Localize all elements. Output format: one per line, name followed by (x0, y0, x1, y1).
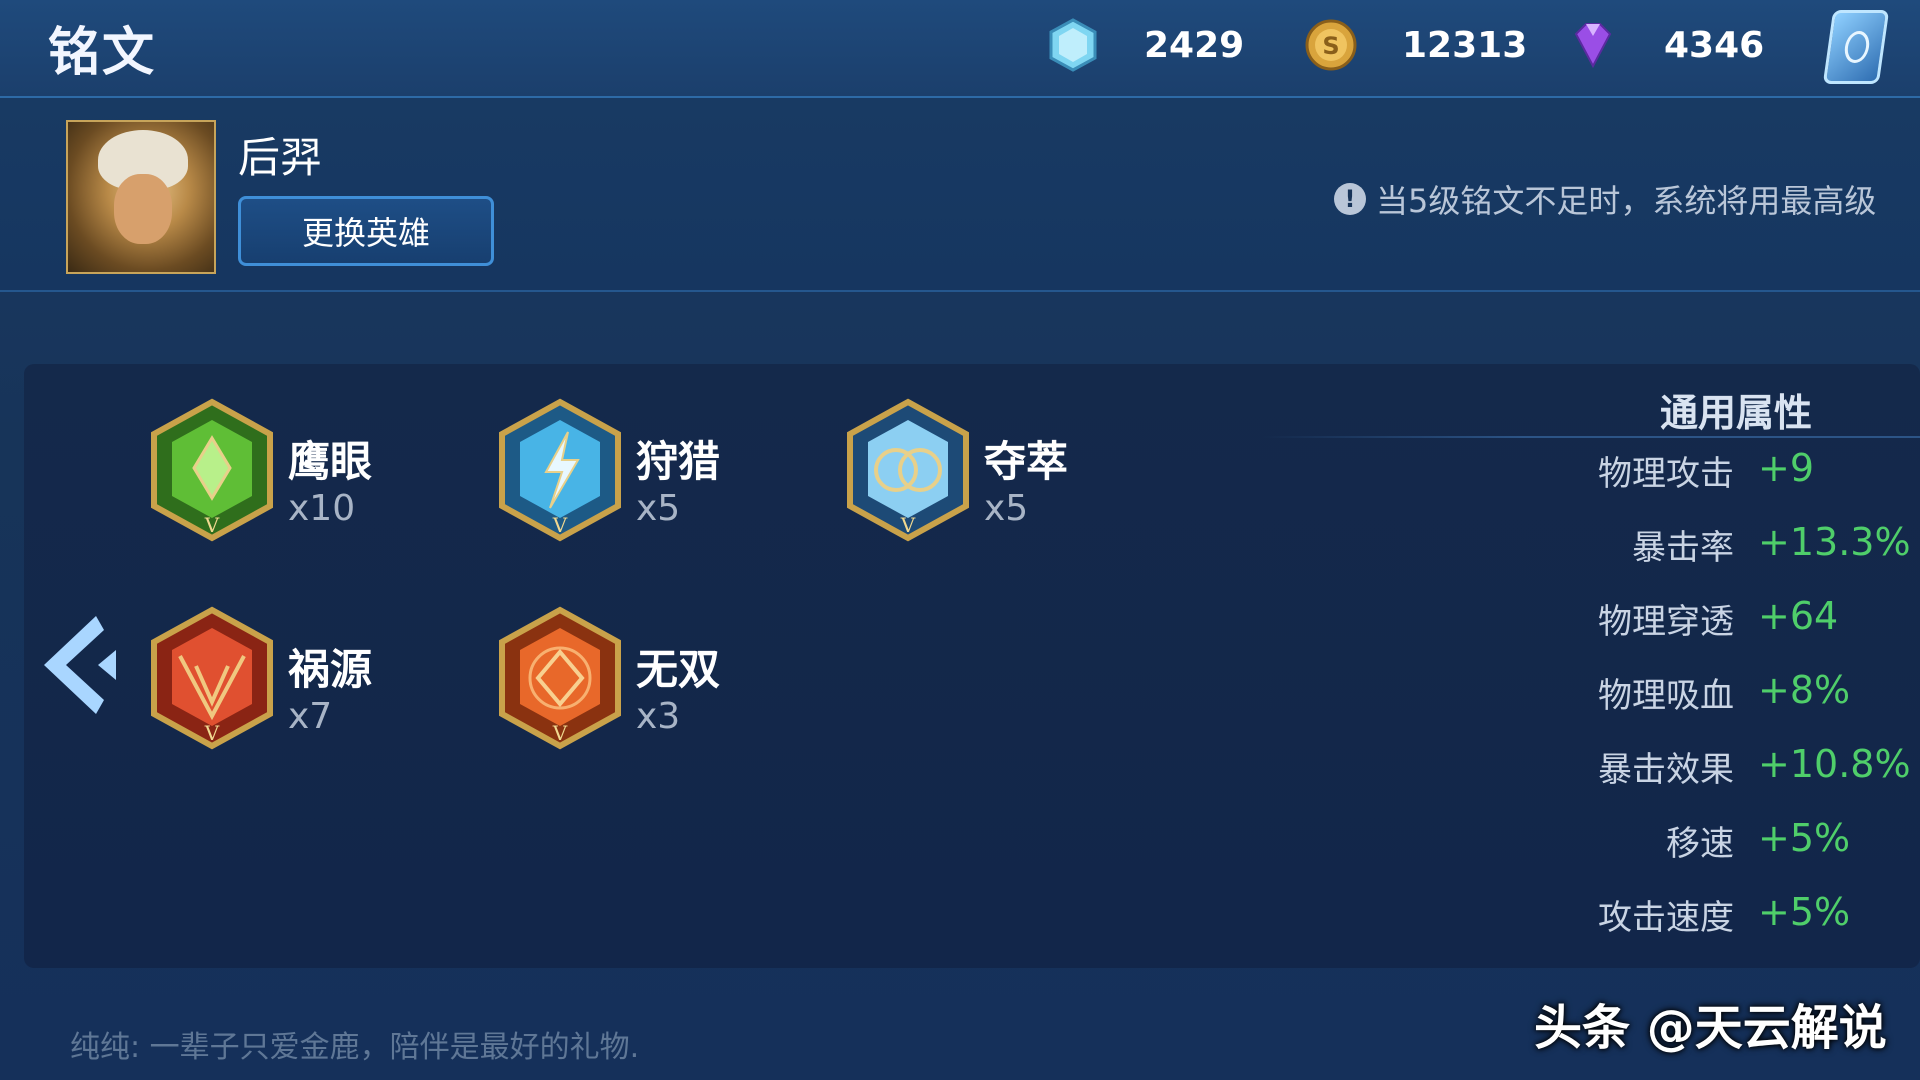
rune-name: 无双 (636, 645, 721, 694)
warning-icon: ! (1334, 183, 1366, 215)
hero-name: 后羿 (238, 133, 323, 182)
rune-count: x10 (288, 488, 356, 529)
rune-count: x7 (288, 696, 333, 737)
svg-text:V: V (204, 513, 220, 537)
rune-item[interactable]: V 鹰眼 x10 (150, 398, 530, 548)
hero-portrait (66, 120, 216, 274)
attribute-row: 暴击率 +13.3% (1500, 520, 1920, 570)
rune-item[interactable]: V 无双 x3 (498, 606, 878, 756)
attribute-label: 暴击效果 (1598, 750, 1734, 790)
currency-gold: S 12313 (1304, 14, 1527, 76)
attribute-row: 攻击速度 +5% (1500, 890, 1920, 940)
attribute-label: 暴击率 (1632, 528, 1734, 568)
rune-card-icon[interactable] (1822, 10, 1890, 84)
red-rune-icon: V (151, 606, 273, 750)
attribute-row: 移速 +5% (1500, 816, 1920, 866)
gold-count: 12313 (1402, 24, 1528, 66)
crystal-count: 2429 (1144, 24, 1245, 66)
rune-name: 狩猎 (636, 437, 721, 486)
back-arrow-icon[interactable] (40, 610, 120, 720)
rune-item[interactable]: V 狩猎 x5 (498, 398, 878, 548)
hex-crystal-icon (1049, 18, 1097, 72)
rune-item[interactable]: V 祸源 x7 (150, 606, 530, 756)
attribute-label: 移速 (1666, 824, 1734, 864)
attribute-label: 物理穿透 (1598, 602, 1734, 642)
hero-bar: 后羿 更换英雄 ! 当5级铭文不足时，系统将用最高级 (0, 98, 1920, 292)
attribute-value: +5% (1758, 816, 1851, 860)
blue-lightning-rune-icon: V (499, 398, 621, 542)
rune-name: 祸源 (288, 645, 373, 694)
purple-diamond-icon (1574, 23, 1612, 69)
svg-text:V: V (552, 513, 568, 537)
attribute-value: +8% (1758, 668, 1851, 712)
attribute-row: 暴击效果 +10.8% (1500, 742, 1920, 792)
green-rune-icon: V (151, 398, 273, 542)
attribute-value: +64 (1758, 594, 1839, 638)
rune-item[interactable]: V 夺萃 x5 (846, 398, 1226, 548)
svg-text:V: V (552, 721, 568, 745)
rune-count: x3 (636, 696, 681, 737)
change-hero-button[interactable]: 更换英雄 (238, 196, 494, 266)
attribute-row: 物理穿透 +64 (1500, 594, 1920, 644)
attribute-row: 物理攻击 +9 (1500, 446, 1920, 496)
currency-diamond: 4346 (1566, 14, 1764, 76)
rune-notice: ! 当5级铭文不足时，系统将用最高级 (1334, 176, 1876, 222)
attribute-value: +5% (1758, 890, 1851, 934)
page-title: 铭文 (48, 23, 157, 83)
attribute-value: +9 (1758, 446, 1815, 490)
notice-text: 当5级铭文不足时，系统将用最高级 (1376, 182, 1877, 220)
attribute-value: +10.8% (1758, 742, 1911, 786)
attribute-label: 物理攻击 (1598, 454, 1734, 494)
svg-text:V: V (204, 721, 220, 745)
attributes-divider (1262, 436, 1920, 438)
attribute-value: +13.3% (1758, 520, 1911, 564)
attributes-title: 通用属性 (1660, 391, 1813, 435)
attribute-label: 攻击速度 (1598, 898, 1734, 938)
rune-name: 鹰眼 (288, 437, 373, 486)
hero-quote: 纯纯: 一辈子只爱金鹿，陪伴是最好的礼物. (70, 1030, 640, 1065)
rune-count: x5 (636, 488, 681, 529)
blue-knot-rune-icon: V (847, 398, 969, 542)
svg-text:V: V (900, 513, 916, 537)
gold-coin-icon: S (1305, 19, 1357, 71)
attribute-label: 物理吸血 (1598, 676, 1734, 716)
attribute-row: 物理吸血 +8% (1500, 668, 1920, 718)
watermark: 头条 @天云解说 (1534, 1000, 1887, 1056)
currency-crystal: 2429 (1046, 14, 1244, 76)
rune-name: 夺萃 (984, 437, 1069, 486)
top-bar: 铭文 2429 S 12313 4346 (0, 0, 1920, 98)
orange-rune-icon: V (499, 606, 621, 750)
diamond-count: 4346 (1664, 24, 1765, 66)
rune-count: x5 (984, 488, 1029, 529)
svg-text:S: S (1322, 32, 1339, 60)
